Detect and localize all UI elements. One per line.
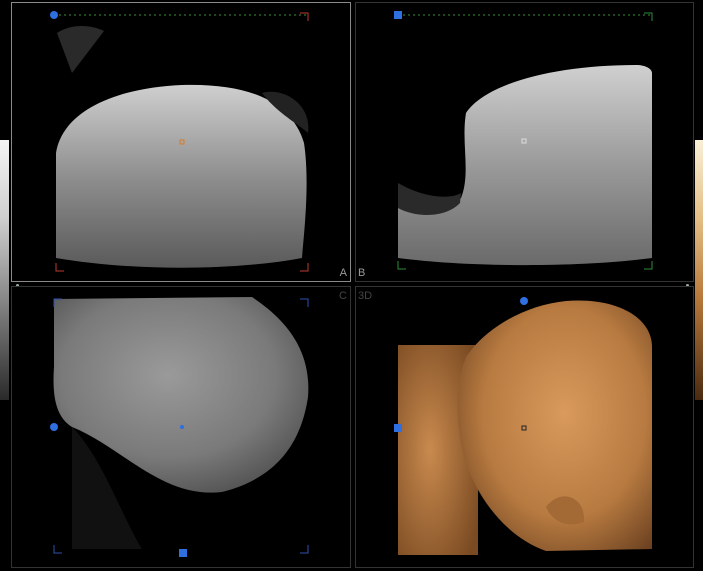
corner-bracket-icon (53, 545, 62, 554)
rotation-handle-icon[interactable] (50, 11, 58, 19)
rotation-handle-icon[interactable] (520, 297, 528, 305)
corner-bracket-icon (300, 298, 309, 307)
image-c (50, 297, 309, 557)
corner-bracket-icon (644, 261, 653, 270)
corner-bracket-icon (397, 261, 406, 270)
view-pane-a[interactable]: A (11, 2, 351, 282)
corner-bracket-icon (55, 263, 64, 272)
center-crosshair-icon[interactable] (180, 425, 184, 429)
corner-bracket-icon (300, 12, 309, 21)
render-colorbar (695, 140, 703, 400)
image-a (50, 11, 309, 272)
rotation-handle-icon[interactable] (179, 549, 187, 557)
view-label-b: B (358, 267, 366, 279)
corner-bracket-icon (644, 12, 653, 21)
view-pane-3d[interactable]: 3D (355, 286, 694, 568)
greyscale-colorbar (0, 140, 9, 400)
rotation-handle-icon[interactable] (394, 424, 402, 432)
corner-bracket-icon (300, 545, 309, 554)
view-pane-c[interactable]: C (11, 286, 351, 568)
rotation-handle-icon[interactable] (394, 11, 402, 19)
view-label-c: C (339, 290, 347, 302)
view-label-a: A (339, 267, 347, 279)
rotation-handle-icon[interactable] (50, 423, 58, 431)
image-3d (394, 297, 652, 555)
image-b (394, 11, 653, 270)
corner-bracket-icon (300, 263, 309, 272)
view-label-3d: 3D (358, 290, 373, 302)
view-pane-b[interactable]: B (355, 2, 694, 282)
